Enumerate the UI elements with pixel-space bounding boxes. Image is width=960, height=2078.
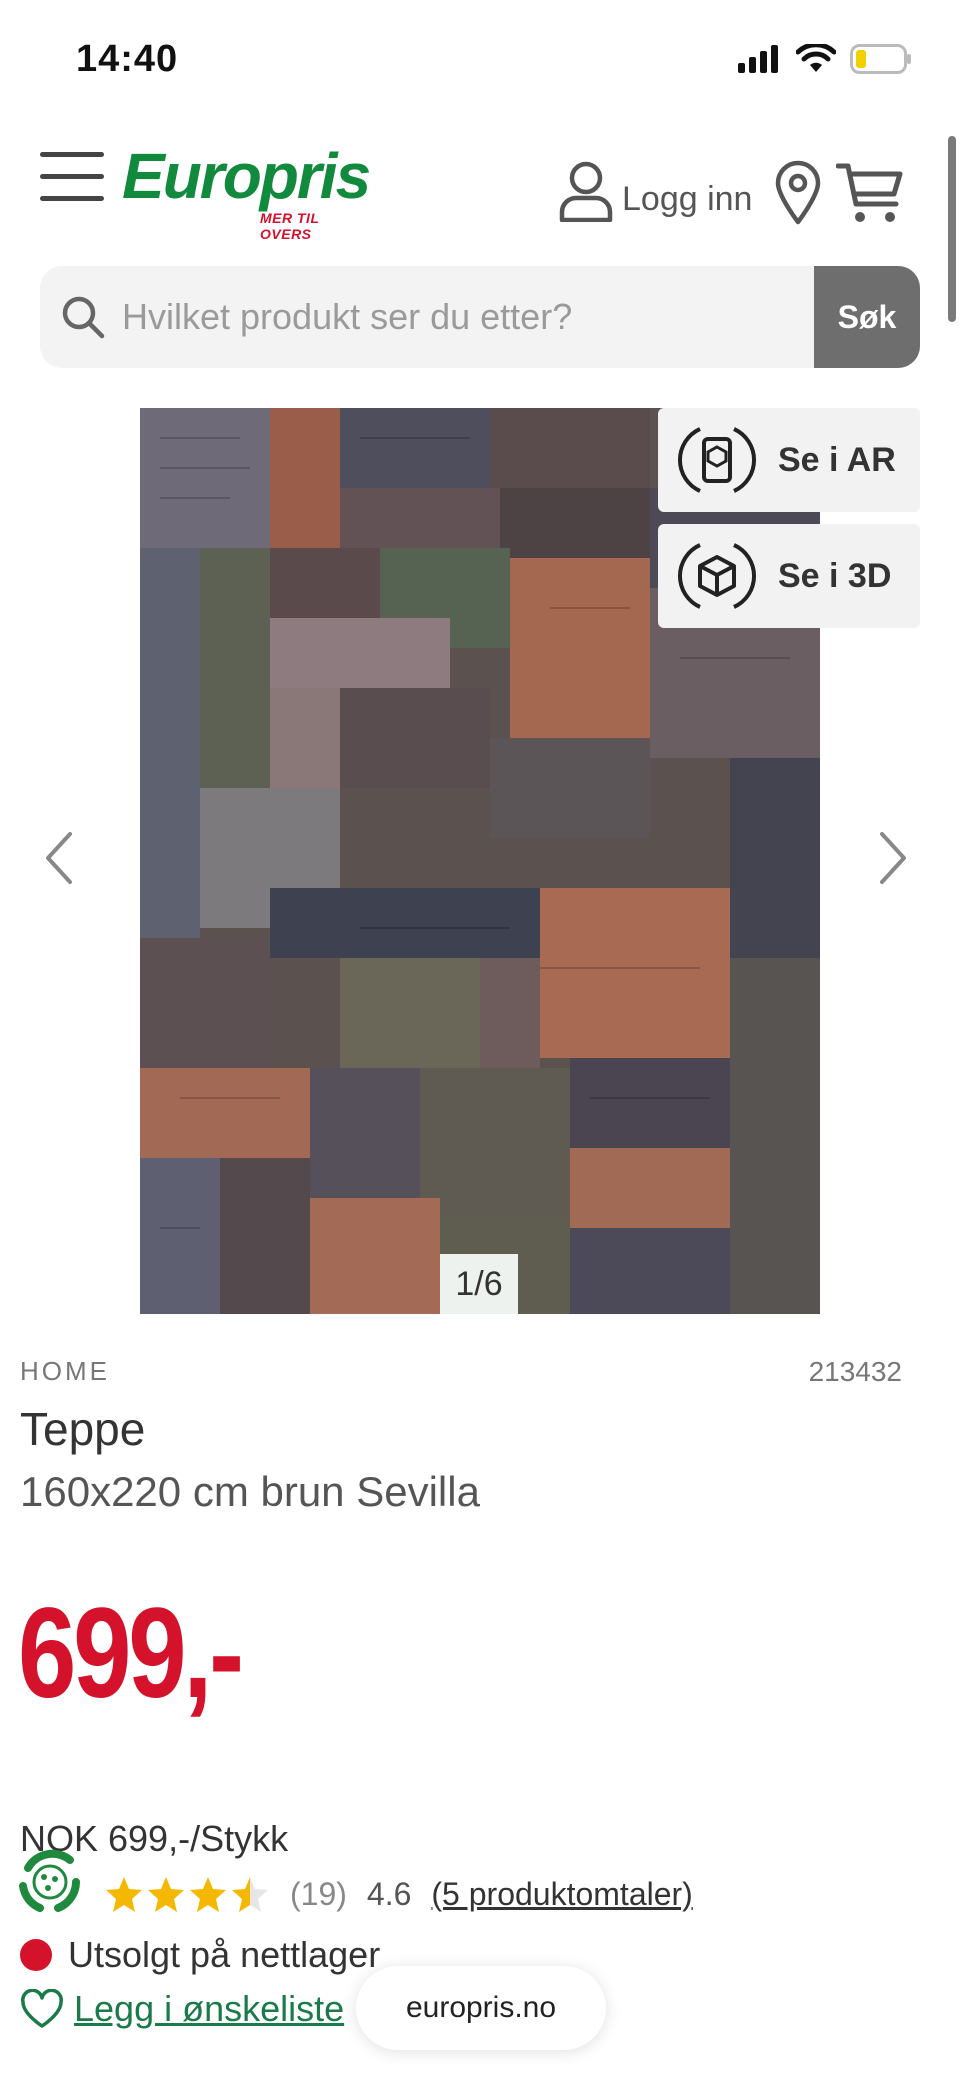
star-rating [104, 1874, 270, 1914]
rating-average: 4.6 [366, 1875, 412, 1912]
reviews-link[interactable]: (5 produktomtaler) [431, 1876, 692, 1913]
chevron-left-icon [46, 832, 72, 884]
location-pin-icon [775, 160, 821, 225]
eco-badge[interactable] [14, 1846, 86, 1918]
europris-logo[interactable]: Europris MER TIL OVERS [122, 140, 371, 242]
wifi-icon [796, 44, 836, 72]
status-bar: 14:40 [0, 0, 960, 120]
3d-cube-icon [678, 543, 756, 609]
wishlist-label: Legg i ønskeliste [74, 1988, 345, 2029]
out-of-stock-indicator [20, 1939, 52, 1971]
view-in-3d-button[interactable]: Se i 3D [658, 524, 920, 628]
product-price: 699,- [18, 1582, 244, 1725]
store-locator-button[interactable] [774, 160, 822, 226]
heart-icon [21, 1989, 63, 2028]
ar-icon [678, 427, 756, 493]
star-icon-full [106, 1877, 142, 1912]
hamburger-line [40, 196, 104, 201]
next-image-button[interactable] [872, 828, 912, 888]
rating-row: (19) 4.6 (5 produktomtaler) [104, 1874, 693, 1914]
shopping-cart-icon [835, 163, 903, 222]
stock-status: Utsolgt på nettlager [20, 1934, 380, 1976]
search-input[interactable] [122, 266, 842, 368]
browser-url-bar[interactable]: europris.no [356, 1966, 606, 2050]
stock-status-label: Utsolgt på nettlager [68, 1934, 381, 1975]
menu-button[interactable] [40, 152, 104, 202]
site-header: Europris MER TIL OVERS Logg inn [0, 130, 960, 250]
battery-icon [850, 44, 911, 74]
add-to-wishlist-button[interactable]: Legg i ønskeliste [20, 1988, 344, 2030]
rating-count: (19) [290, 1875, 347, 1912]
hamburger-line [40, 152, 104, 157]
status-icons [738, 44, 912, 74]
product-gallery: Se i AR Se i 3D 1/6 [0, 408, 960, 1314]
product-sku: 213432 [808, 1356, 902, 1387]
logo-text: Europris [122, 140, 371, 212]
star-icon-half [232, 1877, 268, 1912]
status-time: 14:40 [76, 38, 179, 80]
previous-image-button[interactable] [40, 828, 80, 888]
login-button[interactable]: Logg inn [558, 160, 752, 222]
star-icon-full [190, 1877, 226, 1912]
cart-button[interactable] [835, 160, 906, 226]
breadcrumb[interactable]: HOME [20, 1356, 110, 1387]
view-in-ar-label: Se i AR [778, 440, 896, 479]
hamburger-line [40, 174, 104, 179]
view-in-3d-label: Se i 3D [778, 556, 892, 595]
image-counter: 1/6 [440, 1254, 518, 1314]
user-icon [559, 161, 613, 222]
star-icon-full [148, 1877, 184, 1912]
search-icon [62, 296, 105, 339]
search-bar: Søk [40, 266, 920, 368]
product-title: Teppe [20, 1403, 146, 1455]
product-subtitle: 160x220 cm brun Sevilla [20, 1468, 480, 1515]
eco-leaf-icon [18, 1849, 82, 1914]
view-in-ar-button[interactable]: Se i AR [658, 408, 920, 512]
login-label: Logg inn [622, 180, 753, 218]
signal-icon [738, 45, 778, 73]
chevron-right-icon [880, 832, 906, 884]
logo-tagline: MER TIL OVERS [260, 210, 320, 242]
search-button[interactable]: Søk [814, 266, 920, 368]
scrollbar[interactable] [948, 136, 956, 322]
